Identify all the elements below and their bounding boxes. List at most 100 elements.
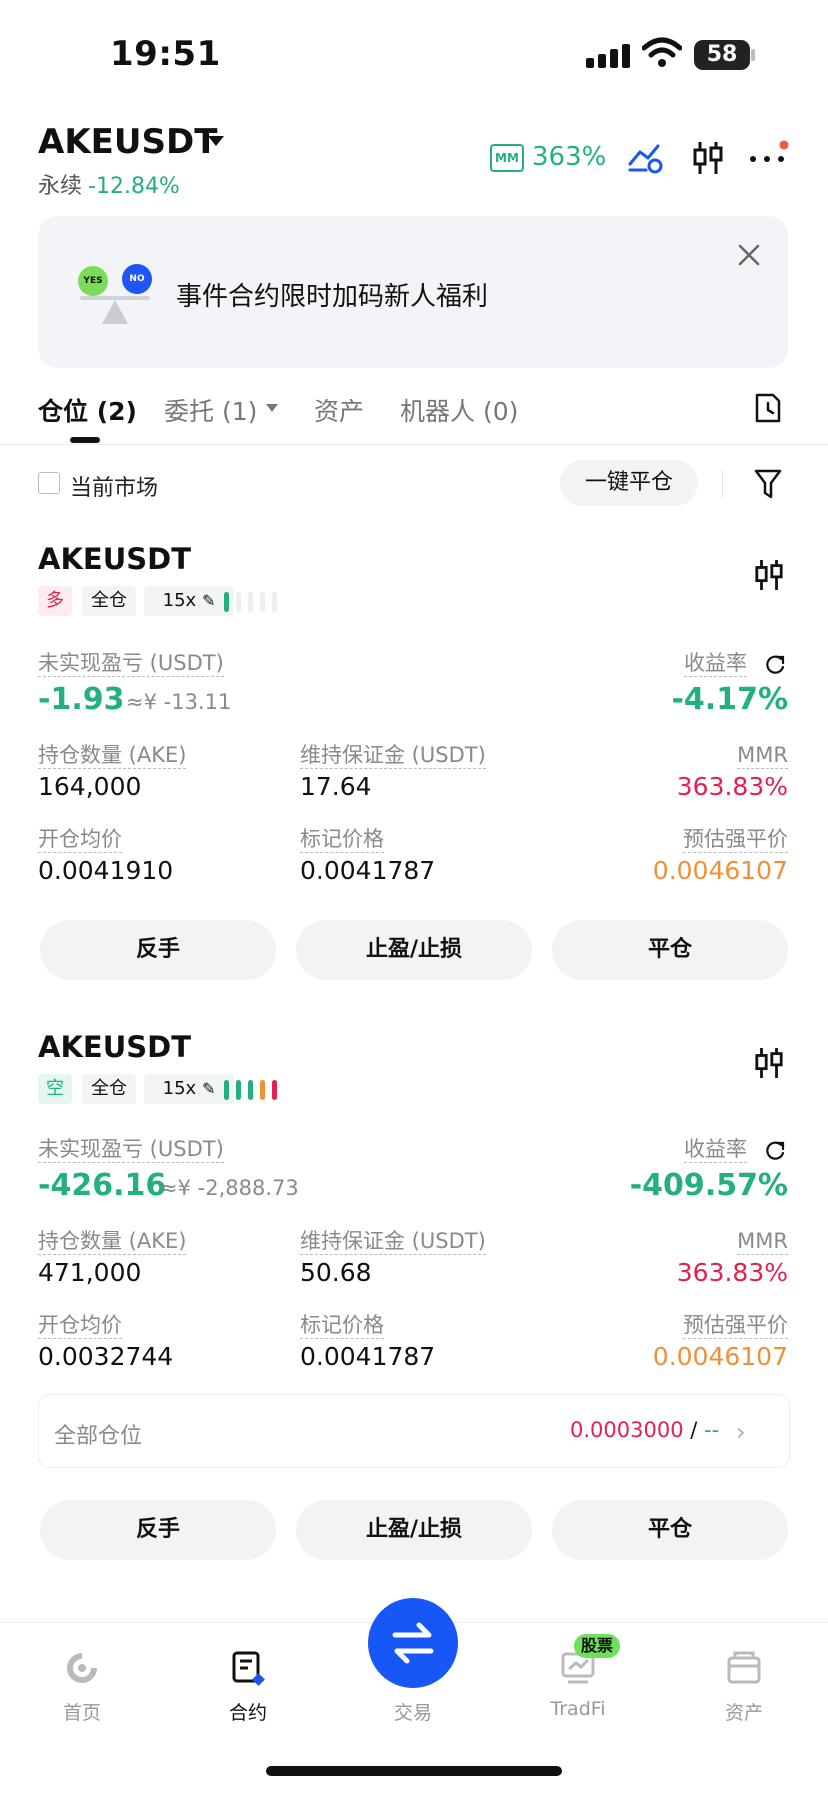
nav-home-label[interactable]: 首页	[42, 1698, 122, 1725]
contract-type: 永续	[38, 174, 83, 199]
close-position-button[interactable]: 平仓	[552, 1500, 788, 1560]
reverse-button[interactable]: 反手	[40, 920, 276, 980]
all-positions-secondary: --	[704, 1418, 720, 1442]
chevron-down-icon[interactable]	[266, 404, 278, 412]
mark-price-label: 标记价格	[300, 827, 384, 853]
close-position-button[interactable]: 平仓	[552, 920, 788, 980]
contract-icon[interactable]	[230, 1650, 266, 1686]
tab-positions[interactable]: 仓位 (2)	[38, 392, 137, 428]
roe-label: 收益率	[684, 1137, 747, 1163]
maint-margin-label: 维持保证金 (USDT)	[300, 1229, 486, 1255]
mark-price-label: 标记价格	[300, 1313, 384, 1339]
nav-assets-label[interactable]: 资产	[704, 1698, 784, 1725]
mm-badge-icon[interactable]: MM	[490, 144, 524, 172]
position-symbol[interactable]: AKEUSDT	[38, 542, 191, 576]
tp-sl-button[interactable]: 止盈/止损	[296, 1500, 532, 1560]
reverse-button[interactable]: 反手	[40, 1500, 276, 1560]
mmr-label: MMR	[737, 1229, 788, 1255]
tp-sl-button[interactable]: 止盈/止损	[296, 920, 532, 980]
candlestick-chart-icon[interactable]	[754, 1046, 784, 1080]
maint-margin-value: 50.68	[300, 1258, 372, 1287]
size-label: 持仓数量 (AKE)	[38, 743, 187, 769]
mmr-label: MMR	[737, 743, 788, 769]
liq-price-value: 0.0046107	[652, 856, 788, 885]
size-value: 471,000	[38, 1258, 142, 1287]
banner-text[interactable]: 事件合约限时加码新人福利	[176, 276, 488, 313]
margin-mode-tag: 全仓	[82, 1074, 136, 1104]
all-positions-summary: 0.0003000 / --	[570, 1418, 719, 1442]
share-icon[interactable]	[764, 1140, 786, 1162]
tab-assets[interactable]: 资产	[314, 392, 364, 428]
mark-price-value: 0.0041787	[300, 1342, 436, 1371]
leverage-value: 15x	[162, 1078, 197, 1099]
roe-value: -409.57%	[629, 1168, 788, 1203]
roe-label: 收益率	[684, 651, 747, 677]
pair-title[interactable]: AKEUSDT	[38, 122, 217, 162]
candlestick-chart-icon[interactable]	[754, 558, 784, 592]
risk-meter	[224, 1080, 280, 1100]
cellular-signal-icon	[586, 44, 634, 68]
battery-cap	[751, 49, 755, 61]
history-icon[interactable]	[754, 392, 782, 424]
tab-orders[interactable]: 委托 (1)	[164, 392, 257, 428]
wifi-icon	[642, 37, 682, 67]
chevron-right-icon[interactable]: ›	[736, 1418, 746, 1446]
candlestick-chart-icon[interactable]	[692, 140, 724, 176]
price-change: -12.84%	[88, 174, 180, 199]
edit-icon: ✎	[201, 1079, 216, 1098]
margin-mode-tag: 全仓	[82, 586, 136, 616]
scale-base-icon	[102, 300, 128, 324]
tab-bots[interactable]: 机器人 (0)	[400, 392, 518, 428]
close-icon[interactable]	[736, 242, 762, 268]
leverage-tag[interactable]: 15x ✎	[144, 586, 234, 616]
close-all-button[interactable]: 一键平仓	[560, 460, 698, 506]
side-tag: 空	[38, 1074, 72, 1104]
unrealized-pnl-cny: ≈¥ -13.11	[126, 690, 232, 714]
more-icon[interactable]	[748, 140, 790, 170]
unrealized-pnl-label: 未实现盈亏 (USDT)	[38, 1137, 224, 1163]
entry-price-value: 0.0041910	[38, 856, 174, 885]
entry-price-label: 开仓均价	[38, 827, 122, 853]
status-time: 19:51	[110, 34, 221, 74]
assets-icon[interactable]	[726, 1650, 762, 1686]
all-positions-label: 全部仓位	[54, 1424, 143, 1449]
nav-contract-label[interactable]: 合约	[208, 1698, 288, 1725]
filter-icon[interactable]	[754, 468, 782, 500]
mm-ratio[interactable]: 363%	[532, 142, 606, 172]
maint-margin-value: 17.64	[300, 772, 372, 801]
leverage-tag[interactable]: 15x ✎	[144, 1074, 234, 1104]
position-symbol[interactable]: AKEUSDT	[38, 1030, 191, 1064]
liq-price-value: 0.0046107	[652, 1342, 788, 1371]
unrealized-pnl-value: -1.93	[38, 682, 125, 717]
stocks-badge: 股票	[574, 1634, 621, 1658]
current-market-label[interactable]: 当前市场	[70, 470, 158, 502]
tab-divider	[0, 444, 828, 445]
nav-tradfi-label[interactable]: TradFi	[538, 1698, 618, 1720]
risk-meter	[224, 592, 280, 612]
chevron-down-icon[interactable]	[208, 136, 224, 146]
unrealized-pnl-value: -426.16	[38, 1168, 167, 1203]
entry-price-value: 0.0032744	[38, 1342, 174, 1371]
no-token-icon: NO	[122, 264, 152, 294]
all-positions-separator: /	[690, 1418, 698, 1442]
size-value: 164,000	[38, 772, 142, 801]
liq-price-label: 预估强平价	[683, 827, 788, 853]
roe-value: -4.17%	[671, 682, 788, 717]
filter-separator	[722, 470, 723, 498]
leverage-value: 15x	[162, 590, 197, 611]
yes-token-icon: YES	[78, 266, 108, 296]
mark-price-value: 0.0041787	[300, 856, 436, 885]
entry-price-label: 开仓均价	[38, 1313, 122, 1339]
swap-icon[interactable]	[389, 1620, 437, 1666]
trend-settings-icon[interactable]	[628, 142, 664, 174]
mmr-value: 363.83%	[676, 1258, 788, 1287]
current-market-checkbox[interactable]	[38, 472, 60, 494]
all-positions-value: 0.0003000	[570, 1418, 684, 1442]
side-tag: 多	[38, 586, 72, 616]
share-icon[interactable]	[764, 654, 786, 676]
battery-icon: 58	[694, 40, 750, 70]
size-label: 持仓数量 (AKE)	[38, 1229, 187, 1255]
nav-trade-label[interactable]: 交易	[373, 1698, 453, 1725]
home-icon[interactable]	[64, 1650, 100, 1686]
unrealized-pnl-cny: ≈¥ -2,888.73	[160, 1176, 299, 1200]
